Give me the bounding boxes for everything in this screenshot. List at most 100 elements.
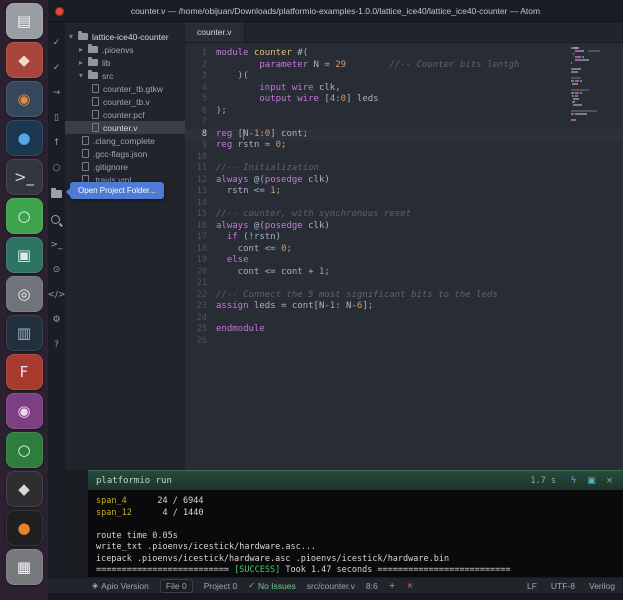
- fox-app-icon[interactable]: ●: [6, 510, 43, 546]
- tree-item-pioenvs[interactable]: ▸.pioenvs: [65, 43, 185, 56]
- errors-status[interactable]: ×: [406, 581, 413, 590]
- serial-monitor-icon[interactable]: ⊙: [53, 265, 61, 276]
- close-terminal-icon[interactable]: ×: [604, 476, 615, 486]
- media-app-icon-glyph: ◉: [17, 404, 30, 419]
- code-line-15[interactable]: 15//-- counter, with synchronous reset: [185, 209, 623, 221]
- help-icon[interactable]: ?: [54, 340, 59, 351]
- window-close-button[interactable]: [55, 7, 64, 16]
- code-area[interactable]: 1module counter #(2 parameter N = 29 //-…: [185, 43, 623, 347]
- panel-icon[interactable]: ▣: [586, 476, 597, 486]
- chevron-down-icon[interactable]: ▾: [79, 71, 87, 80]
- tree-item-label: .gcc-flags.json: [93, 149, 147, 159]
- tree-item-counter-pcf[interactable]: counter.pcf: [65, 108, 185, 121]
- green-app-icon[interactable]: ○: [6, 198, 43, 234]
- terminal-app-icon[interactable]: >_: [6, 159, 43, 195]
- history-icon[interactable]: ○: [53, 163, 61, 174]
- code-icon[interactable]: </>: [47, 290, 65, 301]
- line-number: 11: [185, 163, 216, 175]
- tree-item-lattice-ice40-counter[interactable]: ▾lattice-ice40-counter: [65, 30, 185, 43]
- chevron-right-icon[interactable]: ▸: [79, 45, 87, 54]
- line-number: 24: [185, 313, 216, 325]
- statusbar-right: LF UTF-8 Verilog: [527, 581, 615, 591]
- code-line-12[interactable]: 12always @(posedge clk): [185, 175, 623, 187]
- terminal-line-3: [96, 519, 623, 531]
- titlebar: counter.v — /home/obijuan/Downloads/plat…: [48, 0, 623, 22]
- code-line-8[interactable]: 8reg [N-1:0] cont;: [185, 129, 623, 141]
- fritzing-icon[interactable]: F: [6, 354, 43, 390]
- code-line-9[interactable]: 9reg rstn = 0;: [185, 140, 623, 152]
- code-line-26[interactable]: 26: [185, 336, 623, 348]
- teal-app-icon[interactable]: ▣: [6, 237, 43, 273]
- terminal-output[interactable]: span_4 24 / 6944span_12 4 / 1440 route t…: [88, 490, 623, 577]
- upload-fs-icon[interactable]: ↑: [53, 138, 61, 149]
- code-line-25[interactable]: 25endmodule: [185, 324, 623, 336]
- software-center-icon[interactable]: ◆: [6, 42, 43, 78]
- code-line-21[interactable]: 21: [185, 278, 623, 290]
- tree-item-gcc-flags-json[interactable]: .gcc-flags.json: [65, 147, 185, 160]
- tab-counter-v[interactable]: counter.v: [185, 22, 245, 42]
- tree-item-clang-complete[interactable]: .clang_complete: [65, 134, 185, 147]
- tree-item-counter-v[interactable]: counter.v: [65, 121, 185, 134]
- tree-item-lib[interactable]: ▸lib: [65, 56, 185, 69]
- cursor-position-status[interactable]: 8:6: [366, 581, 378, 591]
- code-line-6[interactable]: 6);: [185, 106, 623, 118]
- line-ending-status[interactable]: LF: [527, 581, 537, 591]
- dark-terminal-icon[interactable]: ▥: [6, 315, 43, 351]
- code-line-14[interactable]: 14: [185, 198, 623, 210]
- code-line-20[interactable]: 20 cont <= cont + 1;: [185, 267, 623, 279]
- code-line-19[interactable]: 19 else: [185, 255, 623, 267]
- clean-icon[interactable]: ▯: [54, 113, 59, 124]
- code-line-2[interactable]: 2 parameter N = 29 //-- Counter bits len…: [185, 60, 623, 72]
- lint-project-count[interactable]: Project 0: [204, 581, 238, 591]
- file-path-status[interactable]: src/counter.v: [307, 581, 355, 591]
- code-line-11[interactable]: 11//-- Initialization: [185, 163, 623, 175]
- media-app-icon[interactable]: ◉: [6, 393, 43, 429]
- code-line-18[interactable]: 18 cont <= 0;: [185, 244, 623, 256]
- build-icon[interactable]: ✓: [53, 38, 61, 49]
- terminal-icon[interactable]: >_: [50, 240, 62, 251]
- tree-item-src[interactable]: ▾src: [65, 69, 185, 82]
- code-line-3[interactable]: 3 )(: [185, 71, 623, 83]
- bolt-icon[interactable]: ϟ: [568, 476, 579, 486]
- tree-item-gitignore[interactable]: .gitignore: [65, 160, 185, 173]
- upload-icon[interactable]: →: [53, 88, 61, 99]
- code-line-10[interactable]: 10: [185, 152, 623, 164]
- code-text: rstn <= 1;: [216, 186, 281, 198]
- software-center-icon-glyph: ◆: [18, 53, 30, 68]
- terminal-run-duration: 1.7 s: [530, 476, 556, 486]
- green-circle-app-icon[interactable]: ○: [6, 432, 43, 468]
- chevron-down-icon[interactable]: ▾: [69, 32, 77, 41]
- tree-item-counter-tb-v[interactable]: counter_tb.v: [65, 95, 185, 108]
- code-line-22[interactable]: 22//-- Connect the 5 most significant bi…: [185, 290, 623, 302]
- encoding-status[interactable]: UTF-8: [551, 581, 575, 591]
- build-check-icon[interactable]: ✓: [53, 63, 61, 74]
- archive-app-icon[interactable]: ▦: [6, 549, 43, 585]
- screenshot-tool-icon[interactable]: ◎: [6, 276, 43, 312]
- search-icon[interactable]: [51, 215, 60, 224]
- minimap[interactable]: [571, 47, 601, 125]
- folder-icon: [88, 72, 98, 79]
- code-line-4[interactable]: 4 input wire clk,: [185, 83, 623, 95]
- dash-home-icon[interactable]: ▤: [6, 3, 43, 39]
- code-line-23[interactable]: 23assign leds = cont[N-1: N-6];: [185, 301, 623, 313]
- git-added-status[interactable]: +: [389, 581, 396, 590]
- code-line-13[interactable]: 13 rstn <= 1;: [185, 186, 623, 198]
- open-project-folder-icon[interactable]: [51, 190, 62, 198]
- settings-gear-icon[interactable]: ⚙: [52, 315, 60, 326]
- code-line-1[interactable]: 1module counter #(: [185, 48, 623, 60]
- chevron-right-icon[interactable]: ▸: [79, 58, 87, 67]
- grammar-status[interactable]: Verilog: [589, 581, 615, 591]
- code-line-7[interactable]: 7: [185, 117, 623, 129]
- terminal-line-4: route time 0.05s: [96, 531, 623, 543]
- dark-app-icon[interactable]: ◆: [6, 471, 43, 507]
- tree-item-counter-tb-gtkw[interactable]: counter_tb.gtkw: [65, 82, 185, 95]
- code-line-24[interactable]: 24: [185, 313, 623, 325]
- firefox-icon[interactable]: ◉: [6, 81, 43, 117]
- lint-file-count[interactable]: File 0: [160, 579, 193, 593]
- chromium-icon[interactable]: ●: [6, 120, 43, 156]
- no-issues-status[interactable]: ✓No Issues: [248, 581, 296, 591]
- code-line-16[interactable]: 16always @(posedge clk): [185, 221, 623, 233]
- code-line-5[interactable]: 5 output wire [4:0] leds: [185, 94, 623, 106]
- apio-version-status[interactable]: ◈Apio Version: [92, 581, 149, 591]
- code-line-17[interactable]: 17 if (!rstn): [185, 232, 623, 244]
